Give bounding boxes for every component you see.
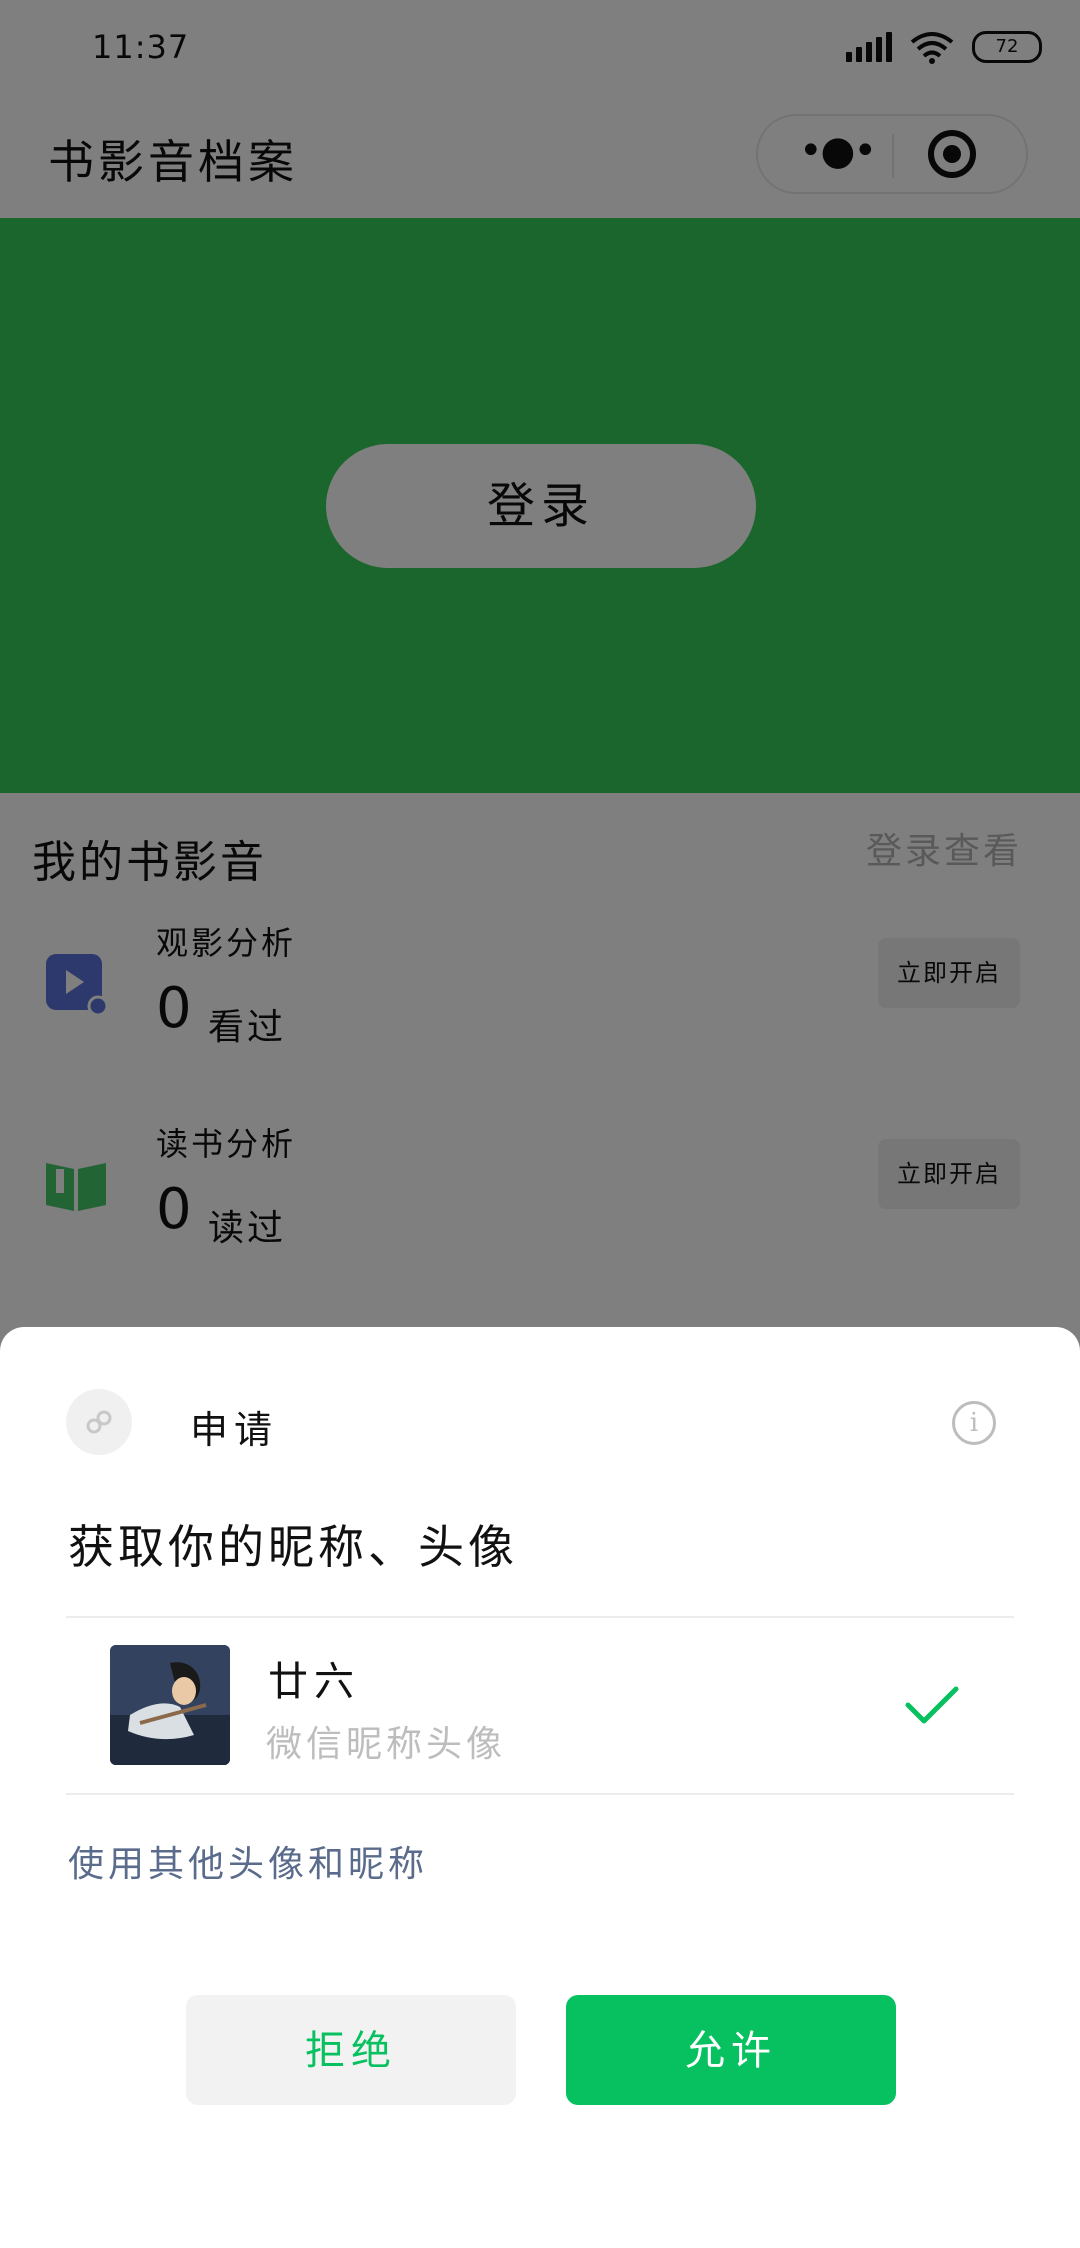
divider — [66, 1793, 1014, 1795]
user-avatar[interactable] — [110, 1645, 230, 1765]
check-icon — [905, 1686, 959, 1724]
divider — [66, 1616, 1014, 1618]
request-description: 获取你的昵称、头像 — [68, 1520, 518, 1574]
info-icon[interactable]: i — [952, 1401, 996, 1445]
allow-button[interactable]: 允许 — [566, 1995, 896, 2105]
user-subtitle: 微信昵称头像 — [266, 1724, 507, 1765]
reject-button[interactable]: 拒绝 — [186, 1995, 516, 2105]
authorization-sheet: 申请 i 获取你的昵称、头像 廿六 微信昵称头像 使用其他头像和昵称 拒绝 允许 — [0, 1327, 1080, 2248]
link-icon — [86, 1410, 112, 1434]
use-other-avatar-link[interactable]: 使用其他头像和昵称 — [68, 1835, 428, 1887]
request-title: 申请 — [190, 1408, 279, 1452]
app-avatar — [66, 1389, 132, 1455]
avatar-image — [110, 1645, 230, 1765]
user-nickname: 廿六 — [268, 1659, 360, 1705]
